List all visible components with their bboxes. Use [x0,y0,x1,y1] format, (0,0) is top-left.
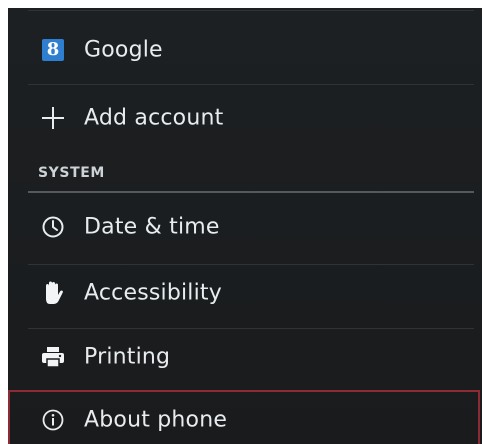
about-phone-item[interactable]: About phone [8,390,482,444]
divider [28,84,474,85]
google-badge: 8 [42,39,64,61]
top-divider [28,10,474,11]
system-section-header: SYSTEM [38,165,105,181]
google-account-item[interactable]: 8 Google [8,18,482,82]
clock-icon [38,212,68,242]
accessibility-label: Accessibility [84,280,222,306]
google-account-label: Google [84,37,163,63]
about-phone-label: About phone [84,407,228,433]
section-divider [28,191,474,193]
date-time-label: Date & time [84,214,220,240]
info-icon [38,405,68,435]
printing-item[interactable]: Printing [8,325,482,389]
plus-icon [38,103,68,133]
printer-icon [38,342,68,372]
google-plus-icon: 8 [38,35,68,65]
add-account-item[interactable]: Add account [8,86,482,150]
hand-icon [38,278,68,308]
date-time-item[interactable]: Date & time [8,195,482,259]
printing-label: Printing [84,344,171,370]
accessibility-item[interactable]: Accessibility [8,261,482,325]
add-account-label: Add account [84,105,224,131]
settings-screen: 8 Google Add account SYSTEM Date & time [8,8,482,444]
